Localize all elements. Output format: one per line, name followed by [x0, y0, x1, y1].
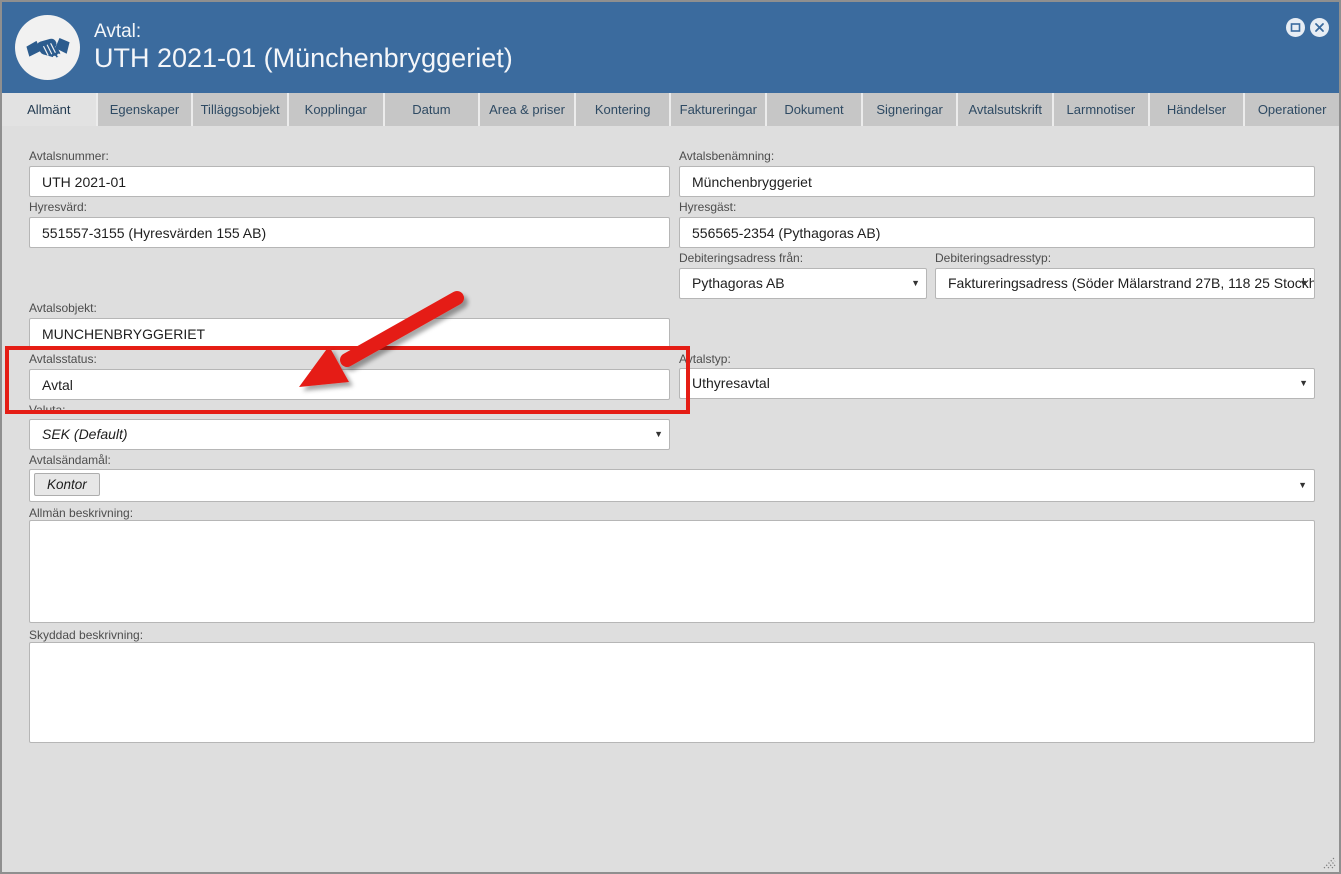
avtalsandamal-select[interactable]: Kontor ▼: [29, 469, 1315, 502]
tab-handelser[interactable]: Händelser: [1150, 93, 1244, 126]
window-title: Avtal: UTH 2021-01 (Münchenbryggeriet): [94, 21, 513, 74]
avtalsnummer-input[interactable]: [29, 166, 670, 197]
window-title-prefix: Avtal:: [94, 21, 513, 43]
avtalsandamal-label: Avtalsändamål:: [29, 453, 111, 467]
avtalsbenamning-label: Avtalsbenämning:: [679, 149, 774, 163]
debiteringsadress-fran-select[interactable]: Pythagoras AB ▼: [679, 268, 927, 299]
allman-beskrivning-label: Allmän beskrivning:: [29, 506, 133, 520]
avtalstyp-label: Avtalstyp:: [679, 352, 731, 366]
dropdown-arrow-icon: ▼: [1298, 470, 1307, 501]
avtalsobjekt-input[interactable]: [29, 318, 670, 349]
debiteringsadress-fran-label: Debiteringsadress från:: [679, 251, 803, 265]
tab-avtalsutskrift[interactable]: Avtalsutskrift: [958, 93, 1052, 126]
debiteringsadresstyp-select[interactable]: Faktureringsadress (Söder Mälarstrand 27…: [935, 268, 1315, 299]
resize-grip-icon: [1320, 853, 1336, 869]
tab-area-priser[interactable]: Area & priser: [480, 93, 574, 126]
tab-kopplingar[interactable]: Kopplingar: [289, 93, 383, 126]
tab-allmant[interactable]: Allmänt: [2, 93, 96, 126]
valuta-value: SEK (Default): [42, 426, 128, 442]
dropdown-arrow-icon: ▼: [1299, 269, 1308, 298]
dropdown-arrow-icon: ▼: [654, 420, 663, 449]
avtalsobjekt-label: Avtalsobjekt:: [29, 301, 97, 315]
tab-signeringar[interactable]: Signeringar: [863, 93, 957, 126]
window-titlebar: Avtal: UTH 2021-01 (Münchenbryggeriet): [2, 2, 1339, 93]
avtalsstatus-input[interactable]: [29, 369, 670, 400]
avtalsbenamning-input[interactable]: [679, 166, 1315, 197]
skyddad-beskrivning-textarea[interactable]: [29, 642, 1315, 743]
valuta-label: Valuta:: [29, 403, 65, 417]
window-title-main: UTH 2021-01 (Münchenbryggeriet): [94, 43, 513, 74]
debiteringsadresstyp-label: Debiteringsadresstyp:: [935, 251, 1051, 265]
hyresgast-input[interactable]: [679, 217, 1315, 248]
tab-egenskaper[interactable]: Egenskaper: [98, 93, 192, 126]
maximize-button[interactable]: [1286, 18, 1305, 37]
avtalstyp-select[interactable]: Uthyresavtal ▼: [679, 368, 1315, 399]
maximize-icon: [1290, 22, 1301, 33]
tab-tillaggsobjekt[interactable]: Tilläggsobjekt: [193, 93, 287, 126]
dropdown-arrow-icon: ▼: [1299, 369, 1308, 398]
tab-kontering[interactable]: Kontering: [576, 93, 670, 126]
resize-grip[interactable]: [1320, 853, 1336, 869]
close-icon: [1314, 22, 1325, 33]
tab-bar: Allmänt Egenskaper Tilläggsobjekt Koppli…: [2, 93, 1339, 126]
debiteringsadress-fran-value: Pythagoras AB: [692, 275, 785, 291]
tab-datum[interactable]: Datum: [385, 93, 479, 126]
skyddad-beskrivning-label: Skyddad beskrivning:: [29, 628, 143, 642]
tab-larmnotiser[interactable]: Larmnotiser: [1054, 93, 1148, 126]
form-panel: Avtalsnummer: Avtalsbenämning: Hyresvärd…: [2, 126, 1339, 874]
tab-operationer[interactable]: Operationer: [1245, 93, 1339, 126]
debiteringsadresstyp-value: Faktureringsadress (Söder Mälarstrand 27…: [948, 275, 1315, 291]
avtal-window: Avtal: UTH 2021-01 (Münchenbryggeriet) A…: [0, 0, 1341, 874]
hyresvard-input[interactable]: [29, 217, 670, 248]
avtalstyp-value: Uthyresavtal: [692, 375, 770, 391]
avtalsandamal-chip[interactable]: Kontor: [34, 473, 100, 496]
valuta-select[interactable]: SEK (Default) ▼: [29, 419, 670, 450]
close-button[interactable]: [1310, 18, 1329, 37]
dropdown-arrow-icon: ▼: [911, 269, 920, 298]
tab-dokument[interactable]: Dokument: [767, 93, 861, 126]
hyresvard-label: Hyresvärd:: [29, 200, 87, 214]
tab-faktureringar[interactable]: Faktureringar: [671, 93, 765, 126]
hyresgast-label: Hyresgäst:: [679, 200, 736, 214]
handshake-icon: [15, 15, 80, 80]
avtalsstatus-label: Avtalsstatus:: [29, 352, 97, 366]
avtalsnummer-label: Avtalsnummer:: [29, 149, 109, 163]
allman-beskrivning-textarea[interactable]: [29, 520, 1315, 623]
